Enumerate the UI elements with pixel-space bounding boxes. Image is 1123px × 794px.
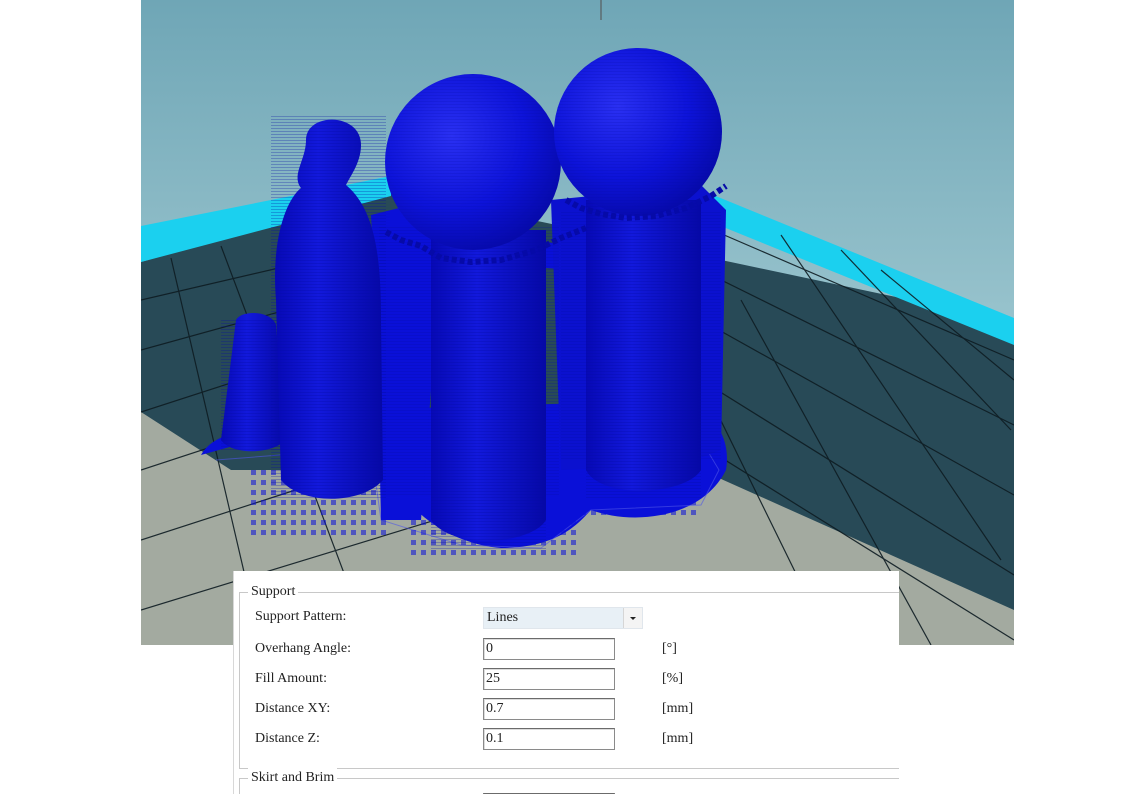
overhang-angle-label: Overhang Angle: xyxy=(255,641,352,656)
support-pattern-select[interactable]: Lines xyxy=(483,607,643,629)
distance-z-label: Distance Z: xyxy=(255,731,320,746)
fill-amount-input[interactable]: 25 xyxy=(483,668,615,690)
distance-z-unit: [mm] xyxy=(662,731,694,746)
distance-xy-label: Distance XY: xyxy=(255,701,331,716)
skirt-brim-group: Skirt and Brim xyxy=(239,768,899,794)
support-pattern-value: Lines xyxy=(487,610,519,625)
support-group: Support Support Pattern: Lines Overhang … xyxy=(239,582,899,769)
support-pattern-label: Support Pattern: xyxy=(255,609,347,624)
chevron-down-icon[interactable] xyxy=(623,608,642,628)
fill-amount-label: Fill Amount: xyxy=(255,671,327,686)
skirt-brim-group-title: Skirt and Brim xyxy=(248,768,338,788)
overhang-angle-input[interactable]: 0 xyxy=(483,638,615,660)
settings-panel: Support Support Pattern: Lines Overhang … xyxy=(233,571,899,794)
support-group-title: Support xyxy=(248,582,299,602)
fill-amount-unit: [%] xyxy=(662,671,683,686)
3d-viewport[interactable] xyxy=(141,0,1014,645)
distance-xy-unit: [mm] xyxy=(662,701,694,716)
overhang-angle-unit: [°] xyxy=(662,641,677,656)
distance-xy-input[interactable]: 0.7 xyxy=(483,698,615,720)
distance-z-input[interactable]: 0.1 xyxy=(483,728,615,750)
